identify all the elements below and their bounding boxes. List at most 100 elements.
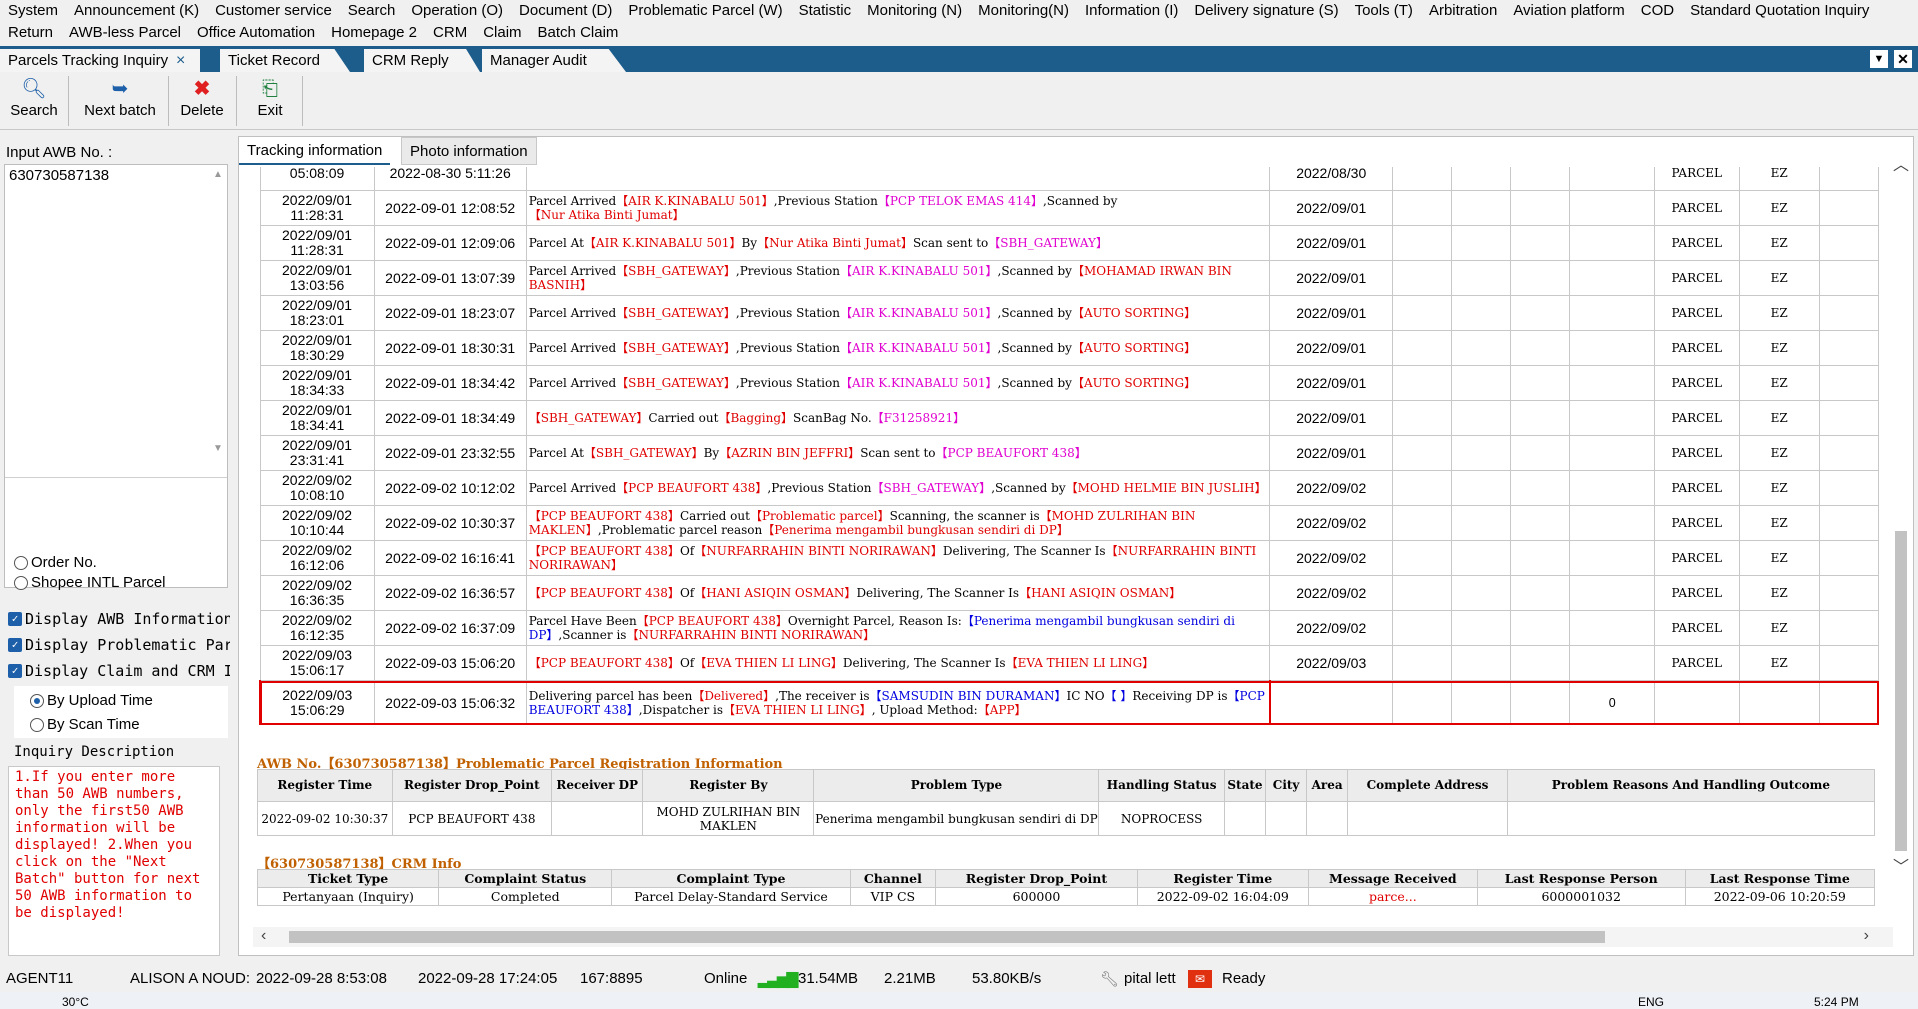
menu-item[interactable]: Aviation platform bbox=[1505, 2, 1632, 19]
scroll-down-icon[interactable]: ▼ bbox=[213, 443, 223, 454]
table-row[interactable]: 2022/09/01 23:31:41 2022-09-01 23:32:55 Par… bbox=[259, 435, 1880, 471]
upload-time-cell: 2022/09/02 10:10:44 bbox=[259, 505, 375, 541]
awb-scrollbar[interactable]: ▲ ▼ bbox=[211, 165, 227, 587]
table-row[interactable]: 2022/09/01 18:30:29 2022-09-01 18:30:31 Par… bbox=[259, 330, 1880, 366]
menu-item[interactable]: Standard Quotation Inquiry bbox=[1682, 2, 1877, 19]
menu-item[interactable]: AWB-less Parcel bbox=[61, 24, 189, 41]
order-no-radio[interactable]: Order No. bbox=[14, 554, 97, 571]
upload-time-cell: 2022/09/03 15:06:17 bbox=[259, 645, 375, 681]
menu-item[interactable]: Search bbox=[340, 2, 404, 19]
type-cell: PARCEL bbox=[1653, 167, 1740, 191]
menu-item[interactable]: Return bbox=[0, 24, 61, 41]
table-row[interactable]: 05:08:09 2022-08-30 5:11:26 2022/08/30 PARC… bbox=[259, 167, 1880, 191]
date-cell: 2022/09/01 bbox=[1269, 225, 1393, 261]
code-cell: EZ bbox=[1738, 365, 1820, 401]
upload-date: 2022/09/01 bbox=[282, 262, 353, 278]
date-cell: 2022/09/01 bbox=[1269, 190, 1393, 226]
awb-input-field[interactable]: 630730587138 ▲ ▼ bbox=[4, 164, 228, 588]
scroll-up-icon[interactable]: ▲ bbox=[213, 169, 223, 180]
code-cell: EZ bbox=[1738, 575, 1820, 611]
scroll-right-icon[interactable]: › bbox=[1864, 927, 1869, 945]
cell bbox=[1391, 575, 1453, 611]
menu-item[interactable]: Batch Claim bbox=[530, 24, 627, 41]
table-row[interactable]: 2022/09/02 10:10:44 2022-09-02 10:30:37 【PC… bbox=[259, 505, 1880, 541]
dropdown-icon[interactable]: ▼ bbox=[1870, 50, 1888, 68]
by-upload-time-radio[interactable]: By Upload Time bbox=[30, 692, 153, 709]
menu-item[interactable]: Arbitration bbox=[1421, 2, 1505, 19]
upload-time-cell: 2022/09/02 10:08:10 bbox=[259, 470, 375, 506]
tab-photo-information[interactable]: Photo information bbox=[401, 137, 537, 165]
menu-item[interactable]: Claim bbox=[475, 24, 529, 41]
tab-parcels-tracking-inquiry[interactable]: Parcels Tracking Inquiry × bbox=[0, 49, 200, 72]
menu-item[interactable]: Monitoring (N) bbox=[859, 2, 970, 19]
table-row[interactable]: 2022/09/01 18:23:01 2022-09-01 18:23:07 Par… bbox=[259, 295, 1880, 331]
shopee-intl-radio[interactable]: Shopee INTL Parcel bbox=[14, 574, 166, 591]
table-row[interactable]: 2022/09/01 18:34:33 2022-09-01 18:34:42 Par… bbox=[259, 365, 1880, 401]
table-row[interactable]: 2022/09/01 18:34:41 2022-09-01 18:34:49 【SB… bbox=[259, 400, 1880, 436]
cell bbox=[1451, 435, 1512, 471]
tab-crm-reply[interactable]: CRM Reply bbox=[364, 49, 480, 72]
menu-item[interactable]: Homepage 2 bbox=[323, 24, 425, 41]
menu-item[interactable]: CRM bbox=[425, 24, 475, 41]
menu-item[interactable]: Problematic Parcel (W) bbox=[620, 2, 790, 19]
table-row[interactable]: 2022/09/01 11:28:31 2022-09-01 12:09:06 Par… bbox=[259, 225, 1880, 261]
close-icon[interactable]: × bbox=[176, 49, 185, 72]
horizontal-scrollbar[interactable]: ‹ › bbox=[253, 927, 1893, 947]
menu-item[interactable]: Customer service bbox=[207, 2, 340, 19]
tab-ticket-record[interactable]: Ticket Record bbox=[220, 49, 350, 72]
close-all-icon[interactable]: ✕ bbox=[1894, 50, 1912, 68]
table-header-row: Register Time Register Drop_Point Receiver… bbox=[257, 769, 1876, 802]
upload-date: 2022/09/01 bbox=[282, 367, 353, 383]
menu-item[interactable]: COD bbox=[1633, 2, 1682, 19]
table-row[interactable]: 2022/09/01 13:03:56 2022-09-01 13:07:39 Par… bbox=[259, 260, 1880, 296]
menu-item[interactable]: Information (I) bbox=[1077, 2, 1186, 19]
scrollbar-thumb[interactable] bbox=[1895, 531, 1907, 851]
delivered-row[interactable]: 2022/09/03 15:06:29 2022-09-03 15:06:32 Del… bbox=[258, 680, 1880, 725]
scroll-down-icon[interactable]: ﹀ bbox=[1893, 853, 1909, 877]
menu-item[interactable]: Office Automation bbox=[189, 24, 323, 41]
cell bbox=[1569, 505, 1655, 541]
delete-button[interactable]: ✖ Delete bbox=[174, 76, 230, 128]
scrollbar-thumb[interactable] bbox=[289, 931, 1605, 943]
menu-item[interactable]: Tools (T) bbox=[1347, 2, 1421, 19]
code-cell: EZ bbox=[1738, 260, 1820, 296]
desc-segment: 【AUTO SORTING】 bbox=[1071, 306, 1197, 320]
status-bar: AGENT11 ALISON A NOUD: 2022-09-28 8:53:0… bbox=[0, 968, 1918, 990]
desc-segment: 【HANI ASIQIN OSMAN】 bbox=[694, 586, 857, 600]
menu-item[interactable]: Operation (O) bbox=[403, 2, 511, 19]
display-claim-crm-checkbox[interactable]: ✓ Display Claim and CRM I bbox=[8, 662, 230, 680]
menu-item[interactable]: System bbox=[0, 2, 66, 19]
desc-segment: 【EVA THIEN LI LING】 bbox=[722, 702, 872, 717]
table-row[interactable]: Pertanyaan (Inquiry) Completed Parcel Dela… bbox=[256, 887, 1876, 906]
by-scan-time-radio[interactable]: By Scan Time bbox=[30, 716, 140, 733]
exit-button[interactable]: ⎗ Exit bbox=[248, 76, 292, 128]
menu-item[interactable]: Announcement (K) bbox=[66, 2, 207, 19]
display-awb-information-checkbox[interactable]: ✓ Display AWB Information bbox=[8, 610, 230, 628]
table-row[interactable]: 2022/09/03 15:06:17 2022-09-03 15:06:20 【PC… bbox=[259, 645, 1880, 681]
search-button[interactable]: 🔍︎ Search bbox=[6, 76, 62, 128]
scroll-left-icon[interactable]: ‹ bbox=[261, 927, 266, 945]
cell bbox=[1269, 680, 1393, 725]
column-header: Register Time bbox=[257, 769, 393, 802]
scroll-up-icon[interactable]: ︿ bbox=[1893, 151, 1909, 175]
table-row[interactable]: 2022/09/02 16:36:35 2022-09-02 16:36:57 【PC… bbox=[259, 575, 1880, 611]
tab-manager-audit[interactable]: Manager Audit bbox=[482, 49, 626, 72]
table-row[interactable]: 2022/09/02 16:12:35 2022-09-02 16:37:09 Par… bbox=[259, 610, 1880, 646]
language-indicator: ENG bbox=[1638, 995, 1665, 1009]
cell[interactable]: parce... bbox=[1307, 887, 1478, 906]
menu-item[interactable]: Delivery signature (S) bbox=[1186, 2, 1346, 19]
display-problematic-checkbox[interactable]: ✓ Display Problematic Par bbox=[8, 636, 230, 654]
scan-time-cell: 2022-09-01 12:08:52 bbox=[373, 190, 527, 226]
menu-item[interactable]: Statistic bbox=[791, 2, 860, 19]
table-row[interactable]: 2022/09/01 11:28:31 2022-09-01 12:08:52 Par… bbox=[259, 190, 1880, 226]
code-cell: EZ bbox=[1738, 540, 1820, 576]
next-batch-button[interactable]: ➥ Next batch bbox=[76, 76, 164, 128]
vertical-scrollbar[interactable]: ︿ ﹀ bbox=[1891, 151, 1909, 876]
menu-item[interactable]: Document (D) bbox=[511, 2, 620, 19]
tab-tracking-information[interactable]: Tracking information bbox=[239, 137, 391, 165]
menu-item[interactable]: Monitoring(N) bbox=[970, 2, 1077, 19]
table-row[interactable]: 2022-09-02 10:30:37 PCP BEAUFORT 438 MOHD … bbox=[257, 801, 1876, 836]
table-row[interactable]: 2022/09/02 16:12:06 2022-09-02 16:16:41 【PC… bbox=[259, 540, 1880, 576]
table-row[interactable]: 2022/09/02 10:08:10 2022-09-02 10:12:02 Par… bbox=[259, 470, 1880, 506]
cell bbox=[1347, 801, 1508, 836]
